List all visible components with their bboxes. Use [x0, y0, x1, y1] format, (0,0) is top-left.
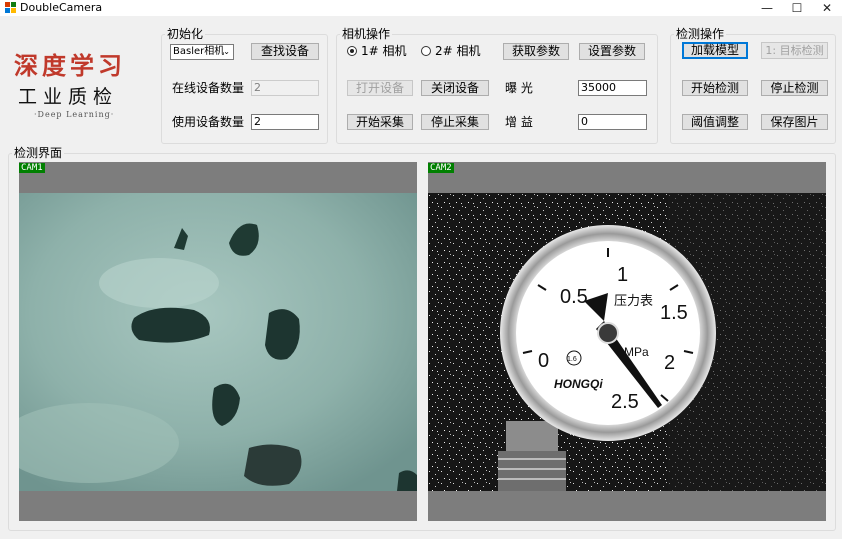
close-button[interactable]: ✕: [812, 0, 842, 16]
exposure-field[interactable]: 35000: [578, 80, 647, 96]
app-icon: [5, 2, 16, 13]
start-capture-button[interactable]: 开始采集: [347, 114, 413, 130]
gain-label: 增 益: [505, 115, 533, 129]
radio-cam1-label: 1# 相机: [361, 44, 407, 58]
minimize-button[interactable]: —: [752, 0, 782, 16]
gauge-label-15: 1.5: [660, 302, 688, 324]
logo-tagline: ·Deep Learning·: [34, 110, 115, 119]
exposure-label: 曝 光: [505, 81, 533, 95]
close-device-button[interactable]: 关闭设备: [421, 80, 489, 96]
detect-group-label: 检测操作: [674, 27, 727, 41]
cam2-view[interactable]: 0 0.5 1 1.5 2 2.5 压力表 MPa HONGQi 1.6 CAM…: [428, 162, 826, 521]
gauge-label-25: 2.5: [611, 391, 639, 413]
logo-subtitle: 工业质检: [18, 86, 119, 108]
cam1-tag: CAM1: [19, 163, 45, 173]
view-group-label: 检测界面: [12, 146, 65, 160]
start-detect-button[interactable]: 开始检测: [682, 80, 748, 96]
use-count-field[interactable]: 2: [251, 114, 319, 130]
radio-cam2[interactable]: [421, 46, 431, 56]
gauge-label-05: 0.5: [560, 286, 588, 308]
gauge-label-1: 1: [617, 264, 628, 286]
camera-group-label: 相机操作: [340, 27, 393, 41]
get-params-button[interactable]: 获取参数: [503, 43, 569, 60]
camera-type-value: Basler相机: [173, 46, 225, 57]
online-count-label: 在线设备数量: [172, 81, 245, 95]
open-device-button[interactable]: 打开设备: [347, 80, 413, 96]
stop-capture-button[interactable]: 停止采集: [421, 114, 489, 130]
camera-type-select[interactable]: Basler相机 ⌄: [170, 44, 234, 60]
cam2-tag: CAM2: [428, 163, 454, 173]
gauge-title: 压力表: [614, 294, 653, 309]
gauge-label-0: 0: [538, 350, 549, 372]
cam1-view[interactable]: CAM1: [19, 162, 417, 521]
gain-field[interactable]: 0: [578, 114, 647, 130]
cam1-image: [19, 193, 417, 491]
chevron-down-icon: ⌄: [223, 47, 230, 56]
logo: 深度学习 工业质检 ·Deep Learning·: [8, 42, 156, 126]
stop-detect-button[interactable]: 停止检测: [761, 80, 828, 96]
set-params-button[interactable]: 设置参数: [579, 43, 645, 60]
radio-cam2-label: 2# 相机: [435, 44, 481, 58]
cam2-image: 0 0.5 1 1.5 2 2.5 压力表 MPa HONGQi 1.6: [428, 193, 826, 491]
threshold-button[interactable]: 阈值调整: [682, 114, 748, 130]
save-image-button[interactable]: 保存图片: [761, 114, 828, 130]
logo-title: 深度学习: [14, 51, 126, 80]
maximize-button[interactable]: ☐: [782, 0, 812, 16]
gauge-class-badge: 1.6: [567, 356, 577, 363]
find-device-button[interactable]: 查找设备: [251, 43, 319, 60]
window-title: DoubleCamera: [20, 1, 103, 14]
gauge-label-2: 2: [664, 352, 675, 374]
gauge-brand: HONGQi: [554, 377, 603, 391]
online-count-field[interactable]: 2: [251, 80, 319, 96]
title-bar: DoubleCamera — ☐ ✕: [0, 0, 842, 16]
init-group-label: 初始化: [165, 27, 206, 41]
radio-cam1[interactable]: [347, 46, 357, 56]
load-model-button[interactable]: 加载模型: [682, 42, 748, 59]
use-count-label: 使用设备数量: [172, 115, 245, 129]
target-detect-button[interactable]: 1: 目标检测: [761, 42, 828, 59]
